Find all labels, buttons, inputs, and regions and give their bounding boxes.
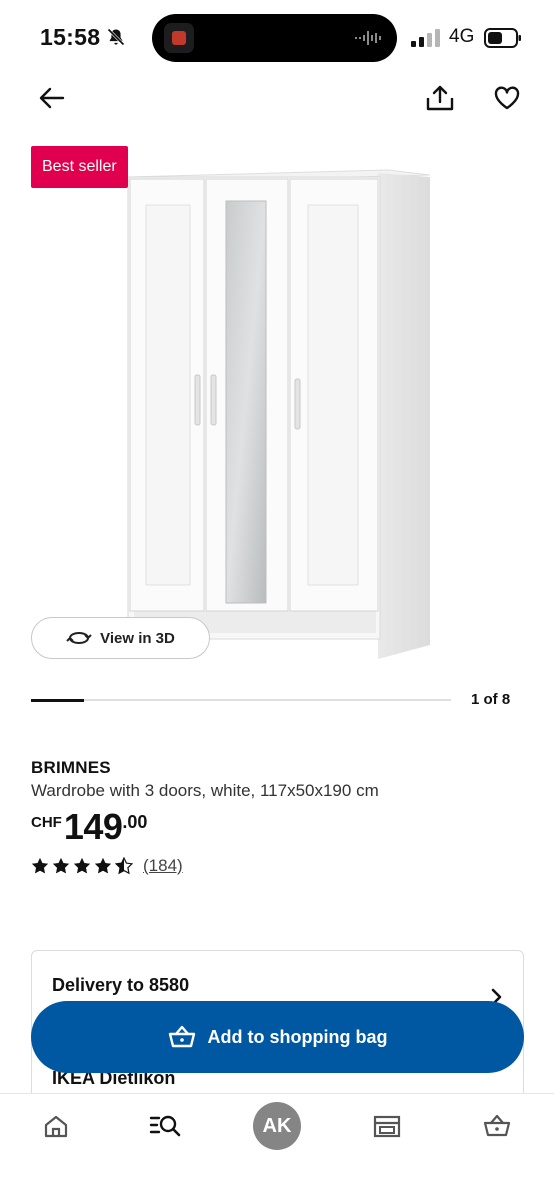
- basket-icon: [483, 1114, 511, 1137]
- star-full-icon: [95, 858, 111, 874]
- favorite-button[interactable]: [487, 80, 527, 116]
- signal-icon: [411, 29, 440, 47]
- add-to-bag-label: Add to shopping bag: [207, 1026, 388, 1047]
- best-seller-badge: Best seller: [31, 146, 128, 188]
- nav-search[interactable]: [140, 1106, 190, 1146]
- dynamic-island: [152, 14, 397, 62]
- add-to-bag-button[interactable]: Add to shopping bag: [31, 1001, 524, 1073]
- status-time: 15:58: [40, 24, 101, 50]
- home-icon: [44, 1115, 68, 1138]
- back-button[interactable]: [32, 80, 72, 116]
- status-bar: 15:58 4G: [0, 0, 554, 76]
- basket-icon: [168, 1025, 195, 1048]
- product-name: BRIMNES: [31, 758, 111, 777]
- review-count-link[interactable]: (184): [143, 856, 183, 876]
- nav-basket[interactable]: [472, 1106, 522, 1146]
- product-rating[interactable]: (184): [31, 856, 183, 876]
- nav-store[interactable]: [362, 1106, 412, 1146]
- bottom-nav: AK: [0, 1093, 554, 1200]
- arrow-left-icon: [39, 87, 65, 109]
- nav-profile-avatar[interactable]: AK: [253, 1102, 301, 1150]
- price-currency: CHF: [31, 814, 62, 831]
- view-in-3d-button[interactable]: View in 3D: [31, 617, 210, 659]
- star-full-icon: [74, 858, 90, 874]
- view-in-3d-label: View in 3D: [100, 629, 175, 647]
- nav-home[interactable]: [31, 1106, 81, 1146]
- network-type: 4G: [449, 26, 475, 47]
- share-icon: [426, 85, 454, 111]
- search-list-icon: [149, 1115, 181, 1137]
- image-carousel-progress: [31, 698, 451, 702]
- star-full-icon: [53, 858, 69, 874]
- star-full-icon: [32, 858, 48, 874]
- product-price: CHF 149 .00: [31, 808, 147, 846]
- image-carousel-progress-fill: [31, 698, 84, 702]
- live-activity-app-icon: [164, 23, 194, 53]
- rotate-3d-icon: [66, 631, 92, 645]
- share-button[interactable]: [420, 80, 460, 116]
- star-half-icon: [115, 857, 133, 875]
- audio-wave-icon: [355, 31, 381, 45]
- delivery-title: Delivery to 8580: [52, 975, 190, 995]
- product-description: Wardrobe with 3 doors, white, 117x50x190…: [31, 781, 379, 800]
- image-counter: 1 of 8: [471, 691, 511, 708]
- store-icon: [373, 1115, 401, 1138]
- rating-stars: [31, 857, 133, 875]
- heart-icon: [494, 86, 520, 110]
- price-decimal: .00: [122, 812, 148, 832]
- battery-icon: [484, 28, 521, 48]
- product-image[interactable]: [120, 165, 440, 665]
- price-integer: 149: [63, 806, 123, 847]
- bell-slash-icon: [107, 28, 125, 46]
